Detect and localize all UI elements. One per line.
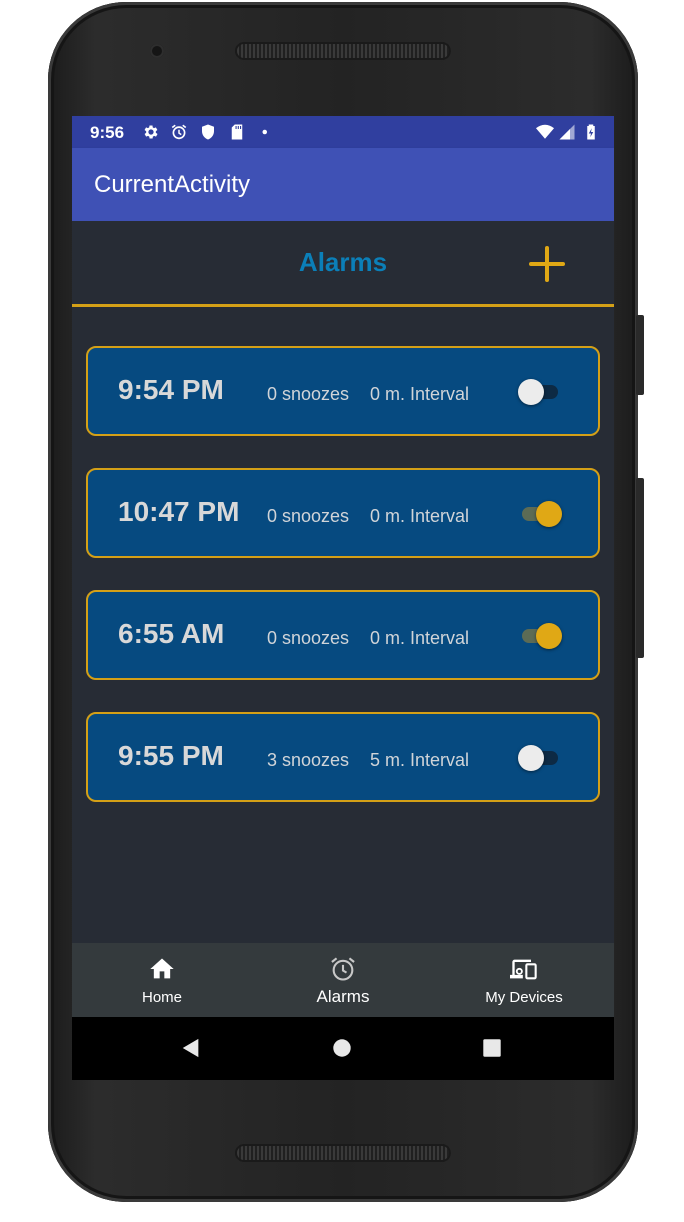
alarm-time: 10:47 PM (118, 496, 240, 527)
alarm-snoozes: 3 snoozes (267, 750, 350, 770)
app-title: CurrentActivity (94, 171, 251, 198)
alarm-card[interactable]: 6:55 AM 0 snoozes 0 m. Interval (86, 590, 600, 680)
alarm-clock-icon (331, 957, 355, 981)
volume-rocker[interactable] (636, 478, 644, 658)
alarm-card[interactable]: 9:54 PM 0 snoozes 0 m. Interval (86, 346, 600, 436)
nav-item-alarms[interactable]: Alarms (253, 943, 433, 1017)
top-speaker (235, 42, 451, 60)
alarm-toggle[interactable] (518, 622, 564, 650)
status-time: 9:56 (90, 123, 125, 142)
power-button[interactable] (636, 315, 644, 395)
alarm-list: 9:54 PM 0 snoozes 0 m. Interval 10:47 PM… (86, 346, 600, 834)
toggle-thumb[interactable] (518, 745, 544, 771)
alarm-interval: 5 m. Interval (370, 750, 470, 770)
front-camera (150, 44, 164, 58)
nav-label-my-devices: My Devices (485, 989, 563, 1006)
toggle-thumb[interactable] (518, 379, 544, 405)
alarm-time: 9:55 PM (118, 740, 224, 771)
devices-icon (510, 959, 537, 980)
nav-label-home: Home (141, 989, 182, 1006)
screen: 9:56 CurrentActivity Alarms 9:54 PM 0 sn… (72, 116, 614, 1080)
bottom-nav: Home Alarms My Devices (72, 943, 614, 1017)
wifi-icon (536, 124, 554, 139)
alarm-toggle[interactable] (518, 744, 564, 772)
alarm-toggle[interactable] (518, 378, 564, 406)
alarm-interval: 0 m. Interval (370, 506, 470, 526)
signal-icon (559, 124, 575, 140)
status-bar: 9:56 (72, 116, 614, 148)
alarm-snoozes: 0 snoozes (267, 506, 350, 526)
alarm-time: 6:55 AM (118, 618, 225, 649)
home-icon (150, 958, 174, 979)
alarm-interval: 0 m. Interval (370, 628, 470, 648)
alarm-clock-icon (171, 124, 187, 140)
sd-card-icon (231, 124, 243, 140)
add-alarm-button[interactable] (526, 243, 568, 285)
app-bar: CurrentActivity (72, 148, 614, 221)
alarm-toggle[interactable] (518, 500, 564, 528)
battery-charging-icon (587, 124, 595, 140)
alarm-snoozes: 0 snoozes (267, 628, 350, 648)
shield-icon (202, 124, 214, 140)
alarm-time: 9:54 PM (118, 374, 224, 405)
alarm-card[interactable]: 10:47 PM 0 snoozes 0 m. Interval (86, 468, 600, 558)
alarm-interval: 0 m. Interval (370, 384, 470, 404)
recents-icon[interactable] (481, 1037, 503, 1059)
alarm-card[interactable]: 9:55 PM 3 snoozes 5 m. Interval (86, 712, 600, 802)
nav-label-alarms: Alarms (316, 987, 370, 1006)
nav-item-my-devices[interactable]: My Devices (434, 943, 614, 1017)
alarm-snoozes: 0 snoozes (267, 384, 350, 404)
system-nav-bar (72, 1017, 614, 1080)
home-circle-icon[interactable] (331, 1037, 353, 1059)
back-icon[interactable] (180, 1037, 202, 1059)
bottom-speaker (235, 1144, 451, 1162)
dot-icon (262, 129, 267, 135)
toggle-thumb[interactable] (536, 501, 562, 527)
gear-icon (144, 125, 158, 139)
toggle-thumb[interactable] (536, 623, 562, 649)
nav-item-home[interactable]: Home (72, 943, 252, 1017)
alarms-header: Alarms (72, 221, 614, 307)
